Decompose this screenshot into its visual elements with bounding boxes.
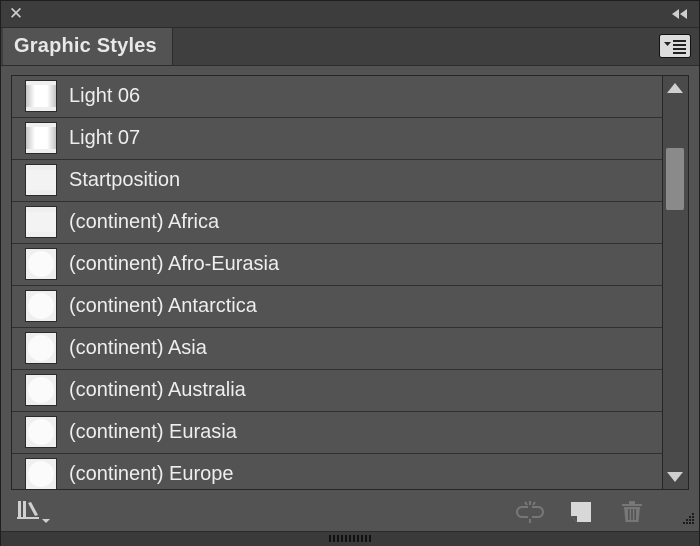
style-swatch-icon — [25, 206, 57, 238]
style-label: Light 07 — [69, 127, 141, 149]
style-list-item[interactable]: (continent) Afro-Eurasia — [12, 244, 662, 286]
graphic-styles-library-icon[interactable] — [15, 499, 55, 525]
tab-row: Graphic Styles — [1, 28, 699, 66]
resize-grip-icon[interactable] — [681, 511, 695, 525]
style-label: Startposition — [69, 169, 181, 191]
new-graphic-style-icon[interactable] — [567, 499, 595, 525]
panel-title-bar: ✕ — [1, 1, 699, 28]
graphic-styles-panel: ✕ Graphic Styles Light 06 Light 07 Startpo… — [0, 0, 700, 546]
bottom-toolbar — [1, 493, 699, 529]
style-list-item[interactable]: (continent) Africa — [12, 202, 662, 244]
style-swatch-icon — [25, 248, 57, 280]
scroll-thumb[interactable] — [666, 148, 684, 210]
style-label: (continent) Australia — [69, 379, 246, 401]
style-list-item[interactable]: (continent) Asia — [12, 328, 662, 370]
style-list-item[interactable]: Startposition — [12, 160, 662, 202]
style-swatch-icon — [25, 374, 57, 406]
style-swatch-icon — [25, 122, 57, 154]
styles-list: Light 06 Light 07 Startposition (continent)… — [11, 75, 689, 490]
style-list-item[interactable]: (continent) Antarctica — [12, 286, 662, 328]
double-chevron-left-icon[interactable] — [669, 6, 691, 22]
style-swatch-icon — [25, 290, 57, 322]
trash-icon[interactable] — [619, 499, 645, 525]
scroll-up-arrow-icon[interactable] — [667, 83, 683, 93]
tab-label: Graphic Styles — [14, 35, 157, 57]
style-swatch-icon — [25, 458, 57, 489]
scroll-down-arrow-icon[interactable] — [667, 472, 683, 482]
style-label: Light 06 — [69, 85, 141, 107]
panel-height-grip[interactable] — [329, 535, 371, 542]
panel-footer — [1, 531, 699, 546]
style-label: (continent) Europe — [69, 463, 234, 485]
style-label: (continent) Asia — [69, 337, 207, 359]
styles-rows: Light 06 Light 07 Startposition (continent)… — [12, 76, 662, 489]
style-swatch-icon — [25, 332, 57, 364]
break-link-icon[interactable] — [513, 499, 547, 525]
style-swatch-icon — [25, 164, 57, 196]
style-label: (continent) Eurasia — [69, 421, 237, 443]
style-swatch-icon — [25, 80, 57, 112]
style-swatch-icon — [25, 416, 57, 448]
style-label: (continent) Afro-Eurasia — [69, 253, 280, 275]
tab-graphic-styles[interactable]: Graphic Styles — [3, 28, 173, 65]
panel-menu-icon[interactable] — [659, 34, 691, 58]
vertical-scrollbar[interactable] — [662, 76, 688, 489]
close-icon[interactable]: ✕ — [7, 5, 25, 23]
style-list-item[interactable]: (continent) Europe — [12, 454, 662, 489]
style-list-item[interactable]: Light 06 — [12, 76, 662, 118]
style-label: (continent) Antarctica — [69, 295, 257, 317]
style-label: (continent) Africa — [69, 211, 220, 233]
style-list-item[interactable]: (continent) Australia — [12, 370, 662, 412]
style-list-item[interactable]: Light 07 — [12, 118, 662, 160]
style-list-item[interactable]: (continent) Eurasia — [12, 412, 662, 454]
